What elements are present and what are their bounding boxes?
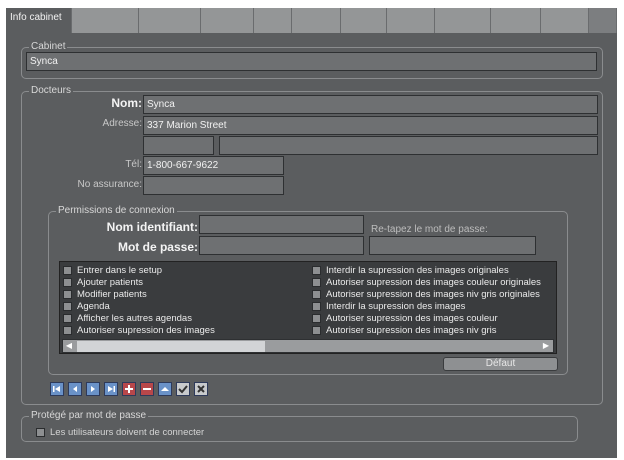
next-record-button[interactable]: [86, 382, 100, 396]
permission-checkbox[interactable]: [312, 326, 321, 335]
protege-legend: Protégé par mot de passe: [29, 410, 149, 422]
next-icon: [91, 386, 95, 392]
first-icon: [53, 386, 60, 392]
previous-icon: [73, 386, 77, 392]
tab-5[interactable]: [254, 8, 292, 33]
permission-checkbox[interactable]: [312, 302, 321, 311]
permission-checkbox[interactable]: [312, 266, 321, 275]
assurance-label: No assurance:: [77, 179, 142, 190]
confirm-button[interactable]: [176, 382, 190, 396]
permissions-legend: Permissions de connexion: [56, 205, 177, 217]
tab-10[interactable]: [491, 8, 541, 33]
permissions-list[interactable]: Entrer dans le setup Ajouter patients Mo…: [59, 261, 557, 354]
list-item[interactable]: Autoriser supression des images: [63, 325, 303, 337]
first-record-button[interactable]: [50, 382, 64, 396]
permission-checkbox[interactable]: [63, 314, 72, 323]
adresse-zip-field[interactable]: [143, 136, 214, 155]
tab-2[interactable]: [72, 8, 139, 33]
tab-info-cabinet[interactable]: Info cabinet: [6, 8, 72, 33]
record-toolbar: [50, 382, 240, 398]
permission-checkbox[interactable]: [312, 278, 321, 287]
list-item[interactable]: Autoriser supression des images couleur …: [312, 277, 552, 289]
list-item[interactable]: Autoriser supression des images niv gris…: [312, 289, 552, 301]
tab-8[interactable]: [387, 8, 435, 33]
horizontal-scrollbar[interactable]: ◀ ▶: [62, 339, 554, 353]
list-item[interactable]: Autoriser supression des images niv gris: [312, 325, 552, 337]
delete-record-button[interactable]: [140, 382, 154, 396]
edit-record-button[interactable]: [158, 382, 172, 396]
permission-checkbox[interactable]: [63, 326, 72, 335]
retype-password-field[interactable]: [369, 236, 536, 255]
tab-6[interactable]: [292, 8, 341, 33]
tab-11[interactable]: [541, 8, 589, 33]
list-item[interactable]: Interdir la supression des images: [312, 301, 552, 313]
last-icon: [108, 386, 115, 392]
require-login-checkbox-row[interactable]: Les utilisateurs doivent de connecter: [36, 427, 336, 439]
delete-icon: [143, 388, 151, 390]
adresse-label: Adresse:: [102, 118, 142, 129]
list-item[interactable]: Entrer dans le setup: [63, 265, 303, 277]
cancel-icon: [197, 385, 205, 393]
list-item[interactable]: Ajouter patients: [63, 277, 303, 289]
tab-12[interactable]: [589, 8, 617, 33]
tab-7[interactable]: [341, 8, 387, 33]
tab-bar: Info cabinet: [6, 8, 617, 35]
permission-checkbox[interactable]: [63, 278, 72, 287]
identifiant-field[interactable]: [199, 215, 364, 234]
cabinet-name-field[interactable]: Synca: [26, 52, 597, 71]
add-icon: [125, 385, 133, 393]
permission-checkbox[interactable]: [63, 302, 72, 311]
permission-checkbox[interactable]: [63, 266, 72, 275]
tab-4[interactable]: [201, 8, 254, 33]
tab-3[interactable]: [139, 8, 201, 33]
password-field[interactable]: [199, 236, 364, 255]
edit-icon: [161, 387, 169, 391]
confirm-icon: [178, 385, 188, 394]
previous-record-button[interactable]: [68, 382, 82, 396]
assurance-field[interactable]: [143, 176, 284, 195]
list-item[interactable]: Autoriser supression des images couleur: [312, 313, 552, 325]
list-item[interactable]: Afficher les autres agendas: [63, 313, 303, 325]
tab-9[interactable]: [435, 8, 491, 33]
adresse-line1-field[interactable]: 337 Marion Street: [143, 116, 598, 135]
tel-field[interactable]: 1-800-667-9622: [143, 156, 284, 175]
retype-label: Re-tapez le mot de passe:: [371, 224, 488, 235]
list-item[interactable]: Agenda: [63, 301, 303, 313]
tel-label: Tél:: [125, 159, 142, 170]
last-record-button[interactable]: [104, 382, 118, 396]
list-item[interactable]: Modifier patients: [63, 289, 303, 301]
default-button[interactable]: Défaut: [443, 357, 558, 371]
cancel-button[interactable]: [194, 382, 208, 396]
scroll-right-icon[interactable]: ▶: [541, 341, 551, 351]
identifiant-label: Nom identifiant:: [106, 220, 198, 234]
app-window: Info cabinet Cabinet Synca Docteurs Nom:…: [6, 8, 617, 458]
scroll-left-icon[interactable]: ◀: [64, 341, 74, 351]
add-record-button[interactable]: [122, 382, 136, 396]
require-login-checkbox[interactable]: [36, 428, 45, 437]
nom-field[interactable]: Synca: [143, 95, 598, 114]
info-cabinet-panel: Cabinet Synca Docteurs Nom: Synca Adress…: [6, 33, 617, 458]
permission-checkbox[interactable]: [312, 290, 321, 299]
adresse-city-field[interactable]: [219, 136, 598, 155]
permission-checkbox[interactable]: [63, 290, 72, 299]
permission-checkbox[interactable]: [312, 314, 321, 323]
nom-label: Nom:: [111, 96, 142, 110]
scrollbar-thumb[interactable]: [77, 341, 265, 352]
password-label: Mot de passe:: [117, 240, 198, 254]
list-item[interactable]: Interdir la supression des images origin…: [312, 265, 552, 277]
